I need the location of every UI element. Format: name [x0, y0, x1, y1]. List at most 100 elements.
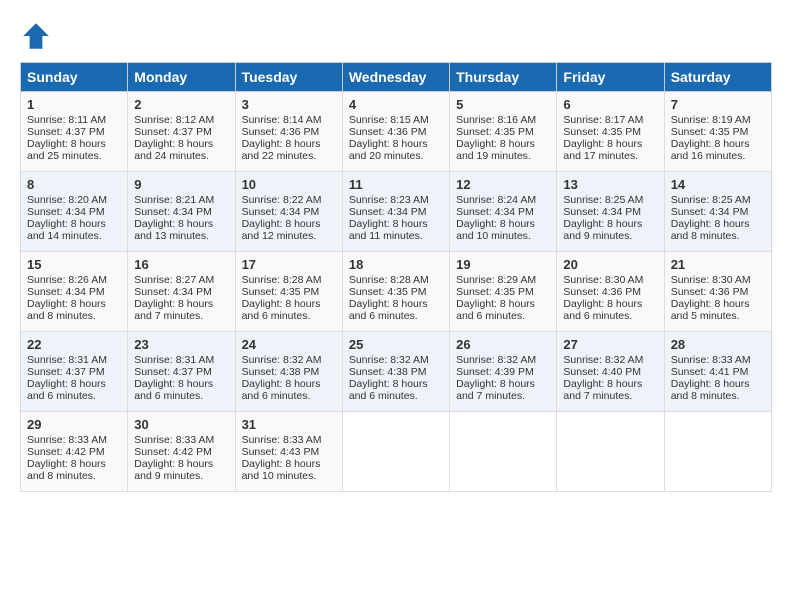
- day-cell: 18Sunrise: 8:28 AMSunset: 4:35 PMDayligh…: [342, 252, 449, 332]
- day-number: 13: [563, 177, 657, 192]
- day-number: 25: [349, 337, 443, 352]
- sunrise-text: Sunrise: 8:31 AM: [134, 354, 214, 366]
- sunset-text: Sunset: 4:40 PM: [563, 366, 641, 378]
- sunset-text: Sunset: 4:34 PM: [563, 206, 641, 218]
- sunrise-text: Sunrise: 8:17 AM: [563, 114, 643, 126]
- day-cell: 29Sunrise: 8:33 AMSunset: 4:42 PMDayligh…: [21, 412, 128, 492]
- sunset-text: Sunset: 4:41 PM: [671, 366, 749, 378]
- sunset-text: Sunset: 4:34 PM: [456, 206, 534, 218]
- sunrise-text: Sunrise: 8:33 AM: [242, 434, 322, 446]
- day-number: 9: [134, 177, 228, 192]
- daylight-text: Daylight: 8 hours and 8 minutes.: [27, 298, 106, 322]
- day-cell: 8Sunrise: 8:20 AMSunset: 4:34 PMDaylight…: [21, 172, 128, 252]
- sunset-text: Sunset: 4:37 PM: [134, 126, 212, 138]
- header-sunday: Sunday: [21, 63, 128, 92]
- day-cell: 15Sunrise: 8:26 AMSunset: 4:34 PMDayligh…: [21, 252, 128, 332]
- sunrise-text: Sunrise: 8:30 AM: [671, 274, 751, 286]
- week-row-4: 22Sunrise: 8:31 AMSunset: 4:37 PMDayligh…: [21, 332, 772, 412]
- page-header: [20, 20, 772, 52]
- day-cell: 21 Sunrise: 8:30 AMSunset: 4:36 PMDayligh…: [664, 252, 771, 332]
- daylight-text: Daylight: 8 hours and 10 minutes.: [242, 458, 321, 482]
- day-cell: 10Sunrise: 8:22 AMSunset: 4:34 PMDayligh…: [235, 172, 342, 252]
- daylight-text: Daylight: 8 hours and 5 minutes.: [671, 298, 750, 322]
- daylight-text: Daylight: 8 hours and 6 minutes.: [242, 378, 321, 402]
- day-number: 11: [349, 177, 443, 192]
- daylight-text: Daylight: 8 hours and 17 minutes.: [563, 138, 642, 162]
- sunrise-text: Sunrise: 8:20 AM: [27, 194, 107, 206]
- day-cell: 27Sunrise: 8:32 AMSunset: 4:40 PMDayligh…: [557, 332, 664, 412]
- day-cell: 23Sunrise: 8:31 AMSunset: 4:37 PMDayligh…: [128, 332, 235, 412]
- header-monday: Monday: [128, 63, 235, 92]
- daylight-text: Daylight: 8 hours and 6 minutes.: [563, 298, 642, 322]
- day-cell: 22Sunrise: 8:31 AMSunset: 4:37 PMDayligh…: [21, 332, 128, 412]
- sunset-text: Sunset: 4:36 PM: [242, 126, 320, 138]
- calendar-table: SundayMondayTuesdayWednesdayThursdayFrid…: [20, 62, 772, 492]
- sunset-text: Sunset: 4:36 PM: [563, 286, 641, 298]
- day-cell: [450, 412, 557, 492]
- sunset-text: Sunset: 4:35 PM: [242, 286, 320, 298]
- sunrise-text: Sunrise: 8:16 AM: [456, 114, 536, 126]
- daylight-text: Daylight: 8 hours and 8 minutes.: [27, 458, 106, 482]
- day-cell: 20 Sunrise: 8:30 AMSunset: 4:36 PMDayligh…: [557, 252, 664, 332]
- sunset-text: Sunset: 4:38 PM: [242, 366, 320, 378]
- sunrise-text: Sunrise: 8:27 AM: [134, 274, 214, 286]
- day-cell: 4Sunrise: 8:15 AMSunset: 4:36 PMDaylight…: [342, 92, 449, 172]
- day-number: 30: [134, 417, 228, 432]
- daylight-text: Daylight: 8 hours and 20 minutes.: [349, 138, 428, 162]
- day-cell: 17Sunrise: 8:28 AMSunset: 4:35 PMDayligh…: [235, 252, 342, 332]
- day-cell: [664, 412, 771, 492]
- day-cell: 2Sunrise: 8:12 AMSunset: 4:37 PMDaylight…: [128, 92, 235, 172]
- day-number: 18: [349, 257, 443, 272]
- sunset-text: Sunset: 4:37 PM: [27, 366, 105, 378]
- day-number: 1: [27, 97, 121, 112]
- day-number: 21: [671, 257, 765, 272]
- header-thursday: Thursday: [450, 63, 557, 92]
- daylight-text: Daylight: 8 hours and 9 minutes.: [134, 458, 213, 482]
- day-cell: 31Sunrise: 8:33 AMSunset: 4:43 PMDayligh…: [235, 412, 342, 492]
- sunrise-text: Sunrise: 8:31 AM: [27, 354, 107, 366]
- sunset-text: Sunset: 4:34 PM: [134, 286, 212, 298]
- sunrise-text: Sunrise: 8:28 AM: [242, 274, 322, 286]
- sunrise-text: Sunrise: 8:30 AM: [563, 274, 643, 286]
- sunrise-text: Sunrise: 8:33 AM: [27, 434, 107, 446]
- day-number: 4: [349, 97, 443, 112]
- day-cell: 12Sunrise: 8:24 AMSunset: 4:34 PMDayligh…: [450, 172, 557, 252]
- sunset-text: Sunset: 4:35 PM: [456, 286, 534, 298]
- sunrise-text: Sunrise: 8:32 AM: [349, 354, 429, 366]
- sunset-text: Sunset: 4:36 PM: [349, 126, 427, 138]
- day-number: 3: [242, 97, 336, 112]
- daylight-text: Daylight: 8 hours and 24 minutes.: [134, 138, 213, 162]
- day-cell: 13 Sunrise: 8:25 AMSunset: 4:34 PMDayligh…: [557, 172, 664, 252]
- logo-icon: [20, 20, 52, 52]
- sunrise-text: Sunrise: 8:25 AM: [671, 194, 751, 206]
- day-number: 28: [671, 337, 765, 352]
- daylight-text: Daylight: 8 hours and 12 minutes.: [242, 218, 321, 242]
- sunset-text: Sunset: 4:34 PM: [27, 286, 105, 298]
- day-number: 14: [671, 177, 765, 192]
- daylight-text: Daylight: 8 hours and 7 minutes.: [134, 298, 213, 322]
- day-cell: 30Sunrise: 8:33 AMSunset: 4:42 PMDayligh…: [128, 412, 235, 492]
- daylight-text: Daylight: 8 hours and 6 minutes.: [456, 298, 535, 322]
- daylight-text: Daylight: 8 hours and 16 minutes.: [671, 138, 750, 162]
- sunset-text: Sunset: 4:35 PM: [563, 126, 641, 138]
- daylight-text: Daylight: 8 hours and 8 minutes.: [671, 378, 750, 402]
- daylight-text: Daylight: 8 hours and 6 minutes.: [27, 378, 106, 402]
- daylight-text: Daylight: 8 hours and 6 minutes.: [349, 298, 428, 322]
- header-saturday: Saturday: [664, 63, 771, 92]
- day-number: 24: [242, 337, 336, 352]
- sunset-text: Sunset: 4:34 PM: [671, 206, 749, 218]
- sunset-text: Sunset: 4:42 PM: [134, 446, 212, 458]
- day-cell: [342, 412, 449, 492]
- day-number: 20: [563, 257, 657, 272]
- daylight-text: Daylight: 8 hours and 10 minutes.: [456, 218, 535, 242]
- day-number: 10: [242, 177, 336, 192]
- sunrise-text: Sunrise: 8:25 AM: [563, 194, 643, 206]
- sunrise-text: Sunrise: 8:28 AM: [349, 274, 429, 286]
- daylight-text: Daylight: 8 hours and 9 minutes.: [563, 218, 642, 242]
- sunset-text: Sunset: 4:39 PM: [456, 366, 534, 378]
- daylight-text: Daylight: 8 hours and 7 minutes.: [563, 378, 642, 402]
- sunrise-text: Sunrise: 8:32 AM: [242, 354, 322, 366]
- day-number: 17: [242, 257, 336, 272]
- sunrise-text: Sunrise: 8:21 AM: [134, 194, 214, 206]
- sunset-text: Sunset: 4:36 PM: [671, 286, 749, 298]
